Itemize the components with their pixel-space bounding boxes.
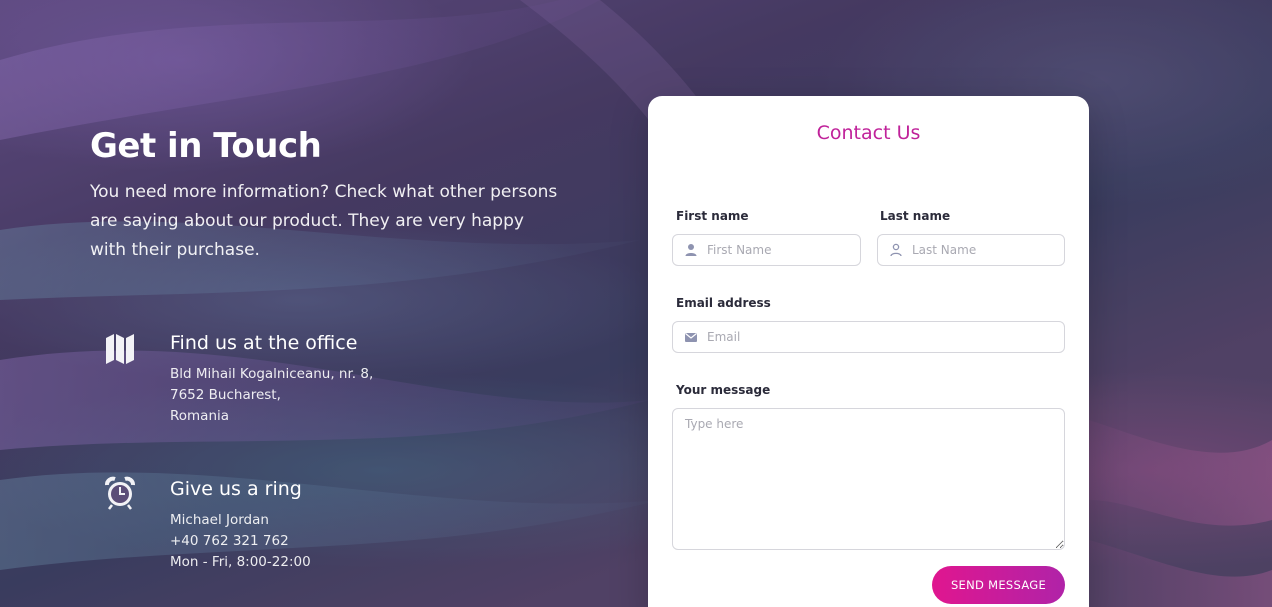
last-name-input[interactable] [912,243,1064,257]
last-name-label: Last name [880,209,951,223]
email-field[interactable] [672,321,1065,353]
message-label: Your message [676,383,771,397]
first-name-label: First name [676,209,749,223]
message-textarea[interactable] [672,408,1065,550]
user-icon [685,244,697,256]
email-input[interactable] [707,330,1064,344]
office-heading: Find us at the office [170,332,358,354]
envelope-icon [685,333,697,342]
alarm-clock-icon [105,476,135,510]
hero-section: Get in Touch You need more information? … [90,124,560,265]
last-name-field[interactable] [877,234,1065,266]
send-message-button[interactable]: SEND MESSAGE [932,566,1065,604]
ring-heading: Give us a ring [170,478,302,500]
map-icon [106,334,134,364]
office-address-line: 7652 Bucharest, [170,387,281,403]
contact-name: Michael Jordan [170,512,269,528]
hero-description: You need more information? Check what ot… [90,182,558,260]
office-address-line: Bld Mihail Kogalniceanu, nr. 8, [170,366,374,382]
page-title: Get in Touch [90,126,322,166]
office-address-line: Romania [170,408,230,424]
ring-info: Give us a ring Michael Jordan +40 762 32… [100,476,560,573]
user-outline-icon [890,243,902,257]
contact-form-card: Contact Us First name Last name Email ad… [648,96,1089,607]
email-label: Email address [676,296,771,310]
first-name-input[interactable] [707,243,860,257]
contact-phone: +40 762 321 762 [170,533,289,549]
first-name-field[interactable] [672,234,861,266]
contact-hours: Mon - Fri, 8:00-22:00 [170,554,311,570]
form-title: Contact Us [816,122,921,144]
office-info: Find us at the office Bld Mihail Kogalni… [100,330,560,427]
